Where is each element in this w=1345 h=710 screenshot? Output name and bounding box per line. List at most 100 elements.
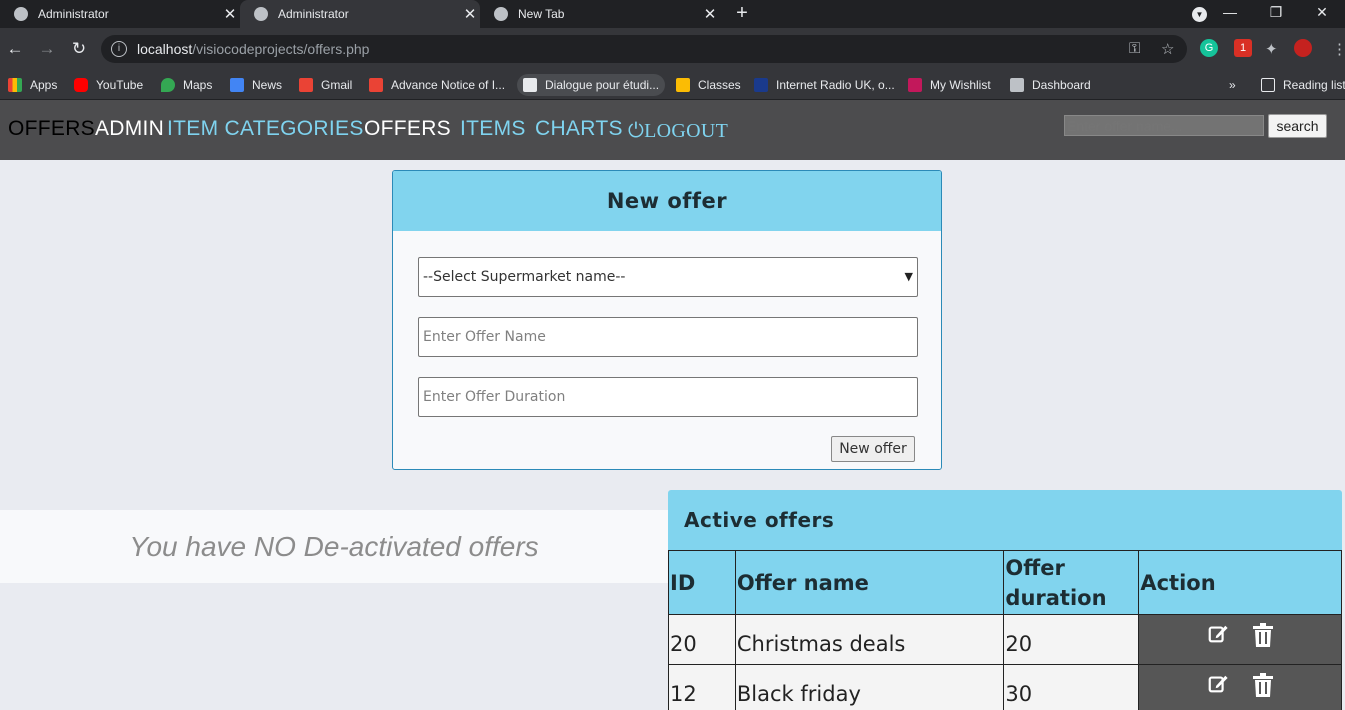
offer-id: 12 xyxy=(668,664,736,710)
document-icon xyxy=(523,78,537,92)
new-offer-card: New offer --Select Supermarket name-- ▼ E… xyxy=(392,170,942,470)
nav-items[interactable]: ITEMS xyxy=(460,117,526,141)
close-tab-icon[interactable]: ✕ xyxy=(220,5,240,23)
reading-list[interactable]: Reading list xyxy=(1261,74,1345,96)
extensions-puzzle-icon[interactable]: ✦ xyxy=(1265,40,1278,58)
table-header-row: ID Offer name Offer duration Action xyxy=(668,550,1342,615)
reading-list-label: Reading list xyxy=(1283,78,1345,92)
browser-tab-strip: Administrator ✕ Administrator ✕ New Tab … xyxy=(0,0,1345,28)
column-header-offer-name: Offer name xyxy=(734,550,1005,615)
brand-logo[interactable]: OFFERSADMIN xyxy=(8,117,164,141)
bookmark-label: Dialogue pour étudi... xyxy=(545,78,660,92)
bookmark-gmail[interactable]: Gmail xyxy=(299,74,352,96)
nav-charts[interactable]: CHARTS xyxy=(535,117,623,141)
bookmark-news[interactable]: News xyxy=(230,74,282,96)
reading-list-icon xyxy=(1261,78,1275,92)
dashboard-icon xyxy=(1010,78,1024,92)
bookmark-label: Maps xyxy=(183,78,213,92)
active-offers-table: ID Offer name Offer duration Action 20 C… xyxy=(668,550,1342,710)
close-tab-icon[interactable]: ✕ xyxy=(460,5,480,23)
browser-tab-1[interactable]: Administrator ✕ xyxy=(0,0,240,28)
offer-actions xyxy=(1138,664,1342,710)
bookmark-classes[interactable]: Classes xyxy=(676,74,741,96)
uk-flag-icon xyxy=(754,78,768,92)
back-icon[interactable]: ← xyxy=(2,36,28,62)
site-info-icon[interactable]: i xyxy=(111,41,127,57)
bookmark-apps[interactable]: Apps xyxy=(8,74,57,96)
browser-tab-2[interactable]: Administrator ✕ xyxy=(240,0,480,28)
offer-name-input[interactable]: Enter Offer Name xyxy=(418,317,918,357)
power-icon: ⏻ xyxy=(628,118,645,142)
bookmark-dashboard[interactable]: Dashboard xyxy=(1010,74,1091,96)
bookmark-advance-notice[interactable]: Advance Notice of I... xyxy=(369,74,505,96)
tab-title: Administrator xyxy=(278,7,349,21)
table-row: 20 Christmas deals 20 xyxy=(668,614,1342,665)
offer-name-placeholder: Enter Offer Name xyxy=(423,329,546,345)
offer-duration: 30 xyxy=(1003,664,1140,710)
bookmark-label: My Wishlist xyxy=(930,78,991,92)
more-bookmarks-icon[interactable]: » xyxy=(1229,74,1236,96)
tab-search-icon[interactable]: ▼ xyxy=(1192,7,1207,22)
bookmark-label: News xyxy=(252,78,283,92)
url-host: localhost xyxy=(137,41,193,57)
trash-icon[interactable] xyxy=(1252,623,1274,652)
bookmark-dialogue[interactable]: Dialogue pour étudi... xyxy=(517,74,666,96)
wishlist-icon xyxy=(908,78,922,92)
bookmark-label: Advance Notice of I... xyxy=(391,78,506,92)
offer-search-input[interactable] xyxy=(1064,115,1264,136)
offer-id: 20 xyxy=(668,614,736,665)
apps-grid-icon xyxy=(8,78,22,92)
grammarly-icon[interactable]: G xyxy=(1200,39,1218,57)
chevron-down-icon: ▼ xyxy=(904,270,913,283)
nav-offers[interactable]: OFFERS xyxy=(364,117,451,141)
globe-icon xyxy=(254,7,268,21)
active-offers-title: Active offers xyxy=(668,490,1342,550)
bookmark-star-icon[interactable]: ☆ xyxy=(1161,40,1174,58)
offer-name: Black friday xyxy=(734,664,1005,710)
window-controls: — ❐ ✕ xyxy=(1207,0,1345,28)
bookmark-youtube[interactable]: YouTube xyxy=(74,74,143,96)
close-window-icon[interactable]: ✕ xyxy=(1299,0,1345,28)
globe-icon xyxy=(14,7,28,21)
reload-icon[interactable]: ↻ xyxy=(66,36,92,62)
extension-badge-icon[interactable]: 1 xyxy=(1234,39,1252,57)
new-offer-button[interactable]: New offer xyxy=(831,436,915,462)
brand-offers: OFFERS xyxy=(8,117,95,140)
edit-icon[interactable] xyxy=(1207,623,1229,650)
bookmark-internet-radio[interactable]: Internet Radio UK, o... xyxy=(754,74,895,96)
trash-icon[interactable] xyxy=(1252,673,1274,702)
bookmark-label: Internet Radio UK, o... xyxy=(776,78,895,92)
profile-avatar[interactable] xyxy=(1294,39,1312,57)
new-tab-button[interactable]: + xyxy=(731,2,753,25)
offer-actions xyxy=(1138,614,1342,665)
bookmark-label: Gmail xyxy=(321,78,353,92)
maps-pin-icon xyxy=(161,78,175,92)
brand-admin: ADMIN xyxy=(94,117,165,140)
restore-icon[interactable]: ❐ xyxy=(1253,0,1299,28)
chrome-icon xyxy=(494,7,508,21)
address-bar[interactable]: i localhost/visiocodeprojects/offers.php xyxy=(101,35,1187,63)
edit-icon[interactable] xyxy=(1207,673,1229,700)
bookmark-maps[interactable]: Maps xyxy=(161,74,212,96)
minimize-icon[interactable]: — xyxy=(1207,0,1253,28)
menu-dots-icon[interactable]: ⋮ xyxy=(1332,40,1345,58)
classes-icon xyxy=(676,78,690,92)
bookmark-label: Apps xyxy=(30,78,58,92)
nav-logout[interactable]: ⏻LOGOUT xyxy=(628,118,728,143)
offer-duration-input[interactable]: Enter Offer Duration xyxy=(418,377,918,417)
logout-label: LOGOUT xyxy=(644,120,729,142)
gmail-icon xyxy=(299,78,313,92)
bookmark-wishlist[interactable]: My Wishlist xyxy=(908,74,991,96)
browser-tab-3[interactable]: New Tab ✕ xyxy=(480,0,720,28)
search-button[interactable]: search xyxy=(1268,114,1327,138)
bookmark-label: Classes xyxy=(698,78,741,92)
key-icon[interactable]: ⚿ xyxy=(1129,40,1140,57)
supermarket-select[interactable]: --Select Supermarket name-- ▼ xyxy=(418,257,918,297)
nav-item-categories[interactable]: ITEM CATEGORIES xyxy=(167,117,364,141)
supermarket-select-value: --Select Supermarket name-- xyxy=(423,269,626,285)
offer-name: Christmas deals xyxy=(734,614,1005,665)
bookmark-label: Dashboard xyxy=(1032,78,1091,92)
close-tab-icon[interactable]: ✕ xyxy=(700,5,720,23)
column-header-offer-duration: Offer duration xyxy=(1003,550,1140,615)
forward-icon[interactable]: → xyxy=(34,36,60,62)
